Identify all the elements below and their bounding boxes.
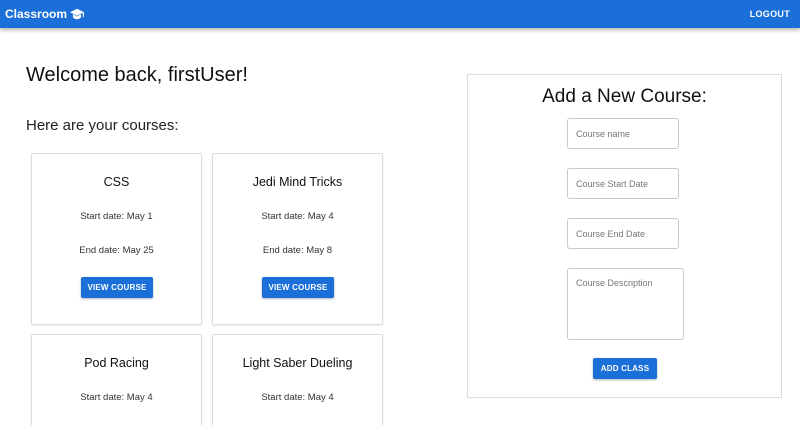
course-start-date: Start date: May 1 — [80, 211, 153, 222]
course-card: Light Saber Dueling Start date: May 4 — [212, 334, 383, 425]
courses-subheading: Here are your courses: — [26, 117, 179, 134]
course-description-input[interactable] — [567, 268, 684, 340]
course-card: Jedi Mind Tricks Start date: May 4 End d… — [212, 153, 383, 325]
course-name: Jedi Mind Tricks — [252, 175, 343, 189]
course-name: CSS — [103, 175, 130, 189]
course-start-date: Start date: May 4 — [80, 392, 153, 403]
brand[interactable]: Classroom — [5, 7, 85, 21]
course-end-date: End date: May 25 — [79, 245, 154, 256]
course-start-date-input[interactable] — [567, 168, 679, 199]
course-start-date: Start date: May 4 — [261, 211, 334, 222]
logout-button[interactable]: LOGOUT — [750, 9, 790, 19]
course-end-date-input[interactable] — [567, 218, 679, 249]
add-course-title: Add a New Course: — [542, 86, 707, 107]
course-start-date: Start date: May 4 — [261, 392, 334, 403]
course-name: Light Saber Dueling — [242, 356, 353, 370]
graduation-cap-icon — [70, 8, 85, 20]
course-card: CSS Start date: May 1 End date: May 25 V… — [31, 153, 202, 325]
view-course-button[interactable]: VIEW COURSE — [262, 277, 334, 298]
add-class-button[interactable]: ADD CLASS — [593, 358, 657, 379]
welcome-heading: Welcome back, firstUser! — [26, 64, 248, 86]
app-title: Classroom — [5, 7, 68, 21]
app-bar: Classroom LOGOUT — [0, 0, 800, 28]
course-name-input[interactable] — [567, 118, 679, 149]
add-course-panel: Add a New Course: ADD CLASS — [467, 74, 782, 398]
course-end-date: End date: May 8 — [262, 245, 333, 256]
course-name: Pod Racing — [84, 356, 149, 370]
course-card: Pod Racing Start date: May 4 — [31, 334, 202, 425]
view-course-button[interactable]: VIEW COURSE — [81, 277, 153, 298]
